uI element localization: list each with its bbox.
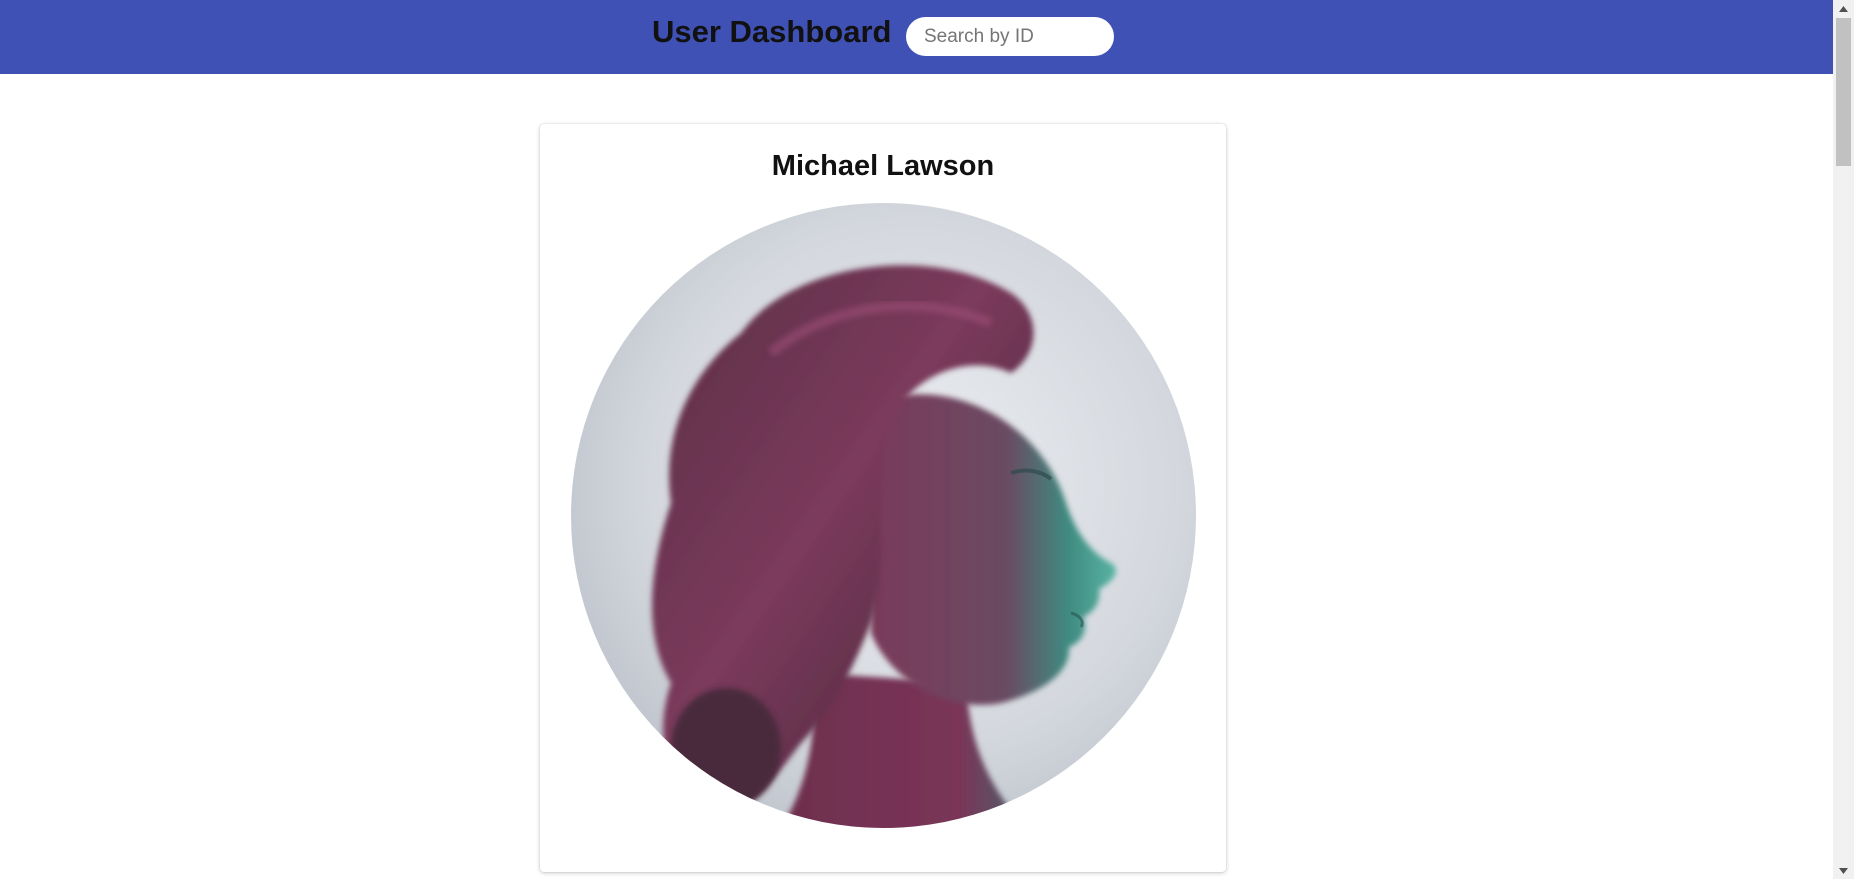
search-input[interactable] [906,17,1114,56]
chevron-down-icon[interactable] [1833,862,1854,879]
scrollbar-thumb[interactable] [1836,18,1851,166]
user-card: Michael Lawson [540,124,1226,872]
avatar-portrait-image [571,203,1196,828]
top-app-bar: User Dashboard [0,0,1833,74]
user-name: Michael Lawson [771,150,995,182]
page: User Dashboard Michael Lawson [0,0,1854,879]
chevron-up-icon[interactable] [1833,0,1854,17]
vertical-scrollbar[interactable] [1833,0,1854,879]
avatar [571,203,1196,828]
page-title: User Dashboard [652,14,892,49]
